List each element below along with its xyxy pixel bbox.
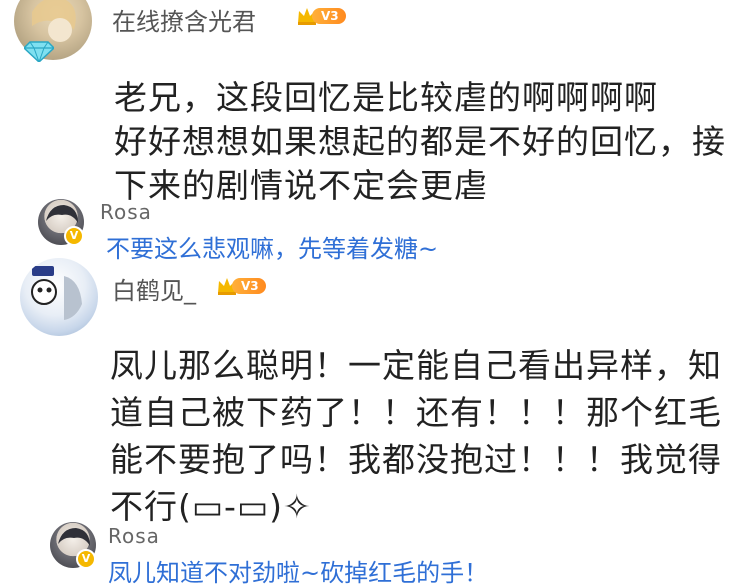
reply-username[interactable]: Rosa bbox=[108, 524, 160, 548]
avatar-illustration-icon bbox=[31, 266, 82, 320]
comment-body: 凤儿那么聪明！一定能自己看出异样，知 道自己被下药了！！还有！！！那个红毛 能不… bbox=[110, 342, 740, 530]
comment-body: 老兄，这段回忆是比较虐的啊啊啊啊 好好想想如果想起的都是不好的回忆，接 下来的剧… bbox=[114, 76, 734, 208]
vip-badge: V3 bbox=[216, 274, 266, 298]
comment-line: 下来的剧情说不定会更虐 bbox=[114, 166, 488, 205]
diamond-icon bbox=[22, 40, 56, 64]
avatar[interactable] bbox=[20, 258, 98, 336]
comment-line: 道自己被下药了！！还有！！！那个红毛 bbox=[110, 393, 722, 432]
reply-text-link[interactable]: 凤儿知道不对劲啦~砍掉红毛的手！ bbox=[108, 553, 488, 588]
comment-line: 能不要抱了吗！我都没抱过！！！我觉得 bbox=[110, 440, 722, 479]
reply-username[interactable]: Rosa bbox=[100, 200, 152, 224]
vip-badge: V3 bbox=[296, 4, 346, 28]
comment-username[interactable]: 在线撩含光君 bbox=[112, 2, 256, 37]
verified-v-icon: V bbox=[76, 549, 96, 569]
vip-level-label: V3 bbox=[312, 8, 346, 24]
comment-username[interactable]: 白鹤见_ bbox=[112, 271, 196, 306]
reply-text-link[interactable]: 不要这么悲观嘛，先等着发糖~ bbox=[106, 229, 438, 264]
comment-line: 凤儿那么聪明！一定能自己看出异样，知 bbox=[110, 346, 722, 385]
verified-v-icon: V bbox=[64, 226, 84, 246]
comment-line: 老兄，这段回忆是比较虐的啊啊啊啊 bbox=[114, 78, 658, 117]
comment-line: 好好想想如果想起的都是不好的回忆，接 bbox=[114, 122, 726, 161]
vip-level-label: V3 bbox=[232, 278, 266, 294]
comment-line: 不行(▭-▭)✧ bbox=[110, 487, 312, 526]
